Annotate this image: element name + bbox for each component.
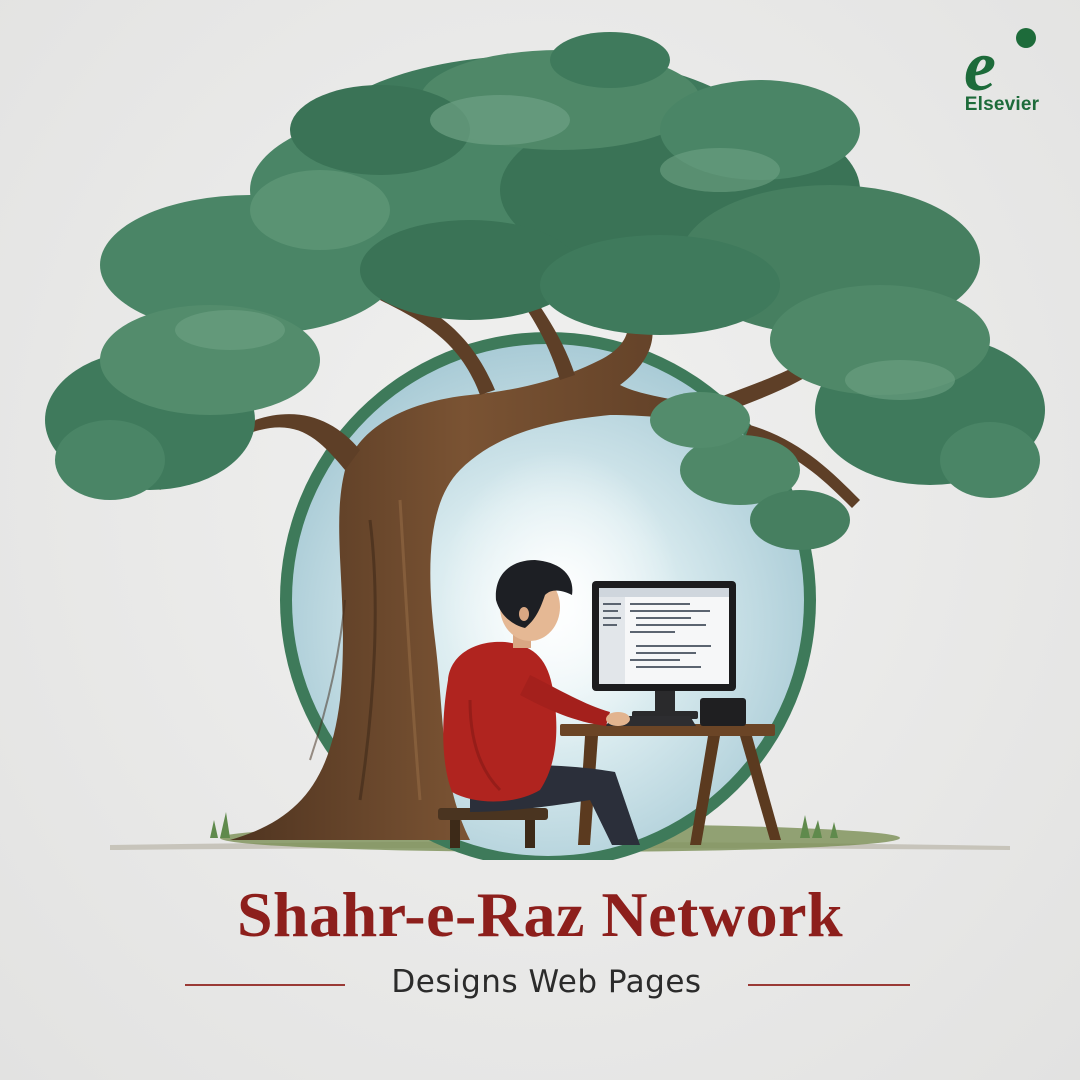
poster: e Elsevier Shahr-e-Raz Network Designs W… xyxy=(0,0,1080,1080)
elsevier-logo-icon: e xyxy=(964,26,1036,98)
subtitle-row: Designs Web Pages xyxy=(0,962,1080,1006)
page-title: Shahr-e-Raz Network xyxy=(236,879,844,950)
divider-left xyxy=(185,984,345,986)
illustration xyxy=(45,32,1045,860)
logo-wordmark: Elsevier xyxy=(964,94,1040,115)
elsevier-logo: e Elsevier xyxy=(960,24,1044,134)
svg-text:e: e xyxy=(964,26,996,98)
page-subtitle: Designs Web Pages xyxy=(391,964,702,1000)
divider-right xyxy=(748,984,910,986)
